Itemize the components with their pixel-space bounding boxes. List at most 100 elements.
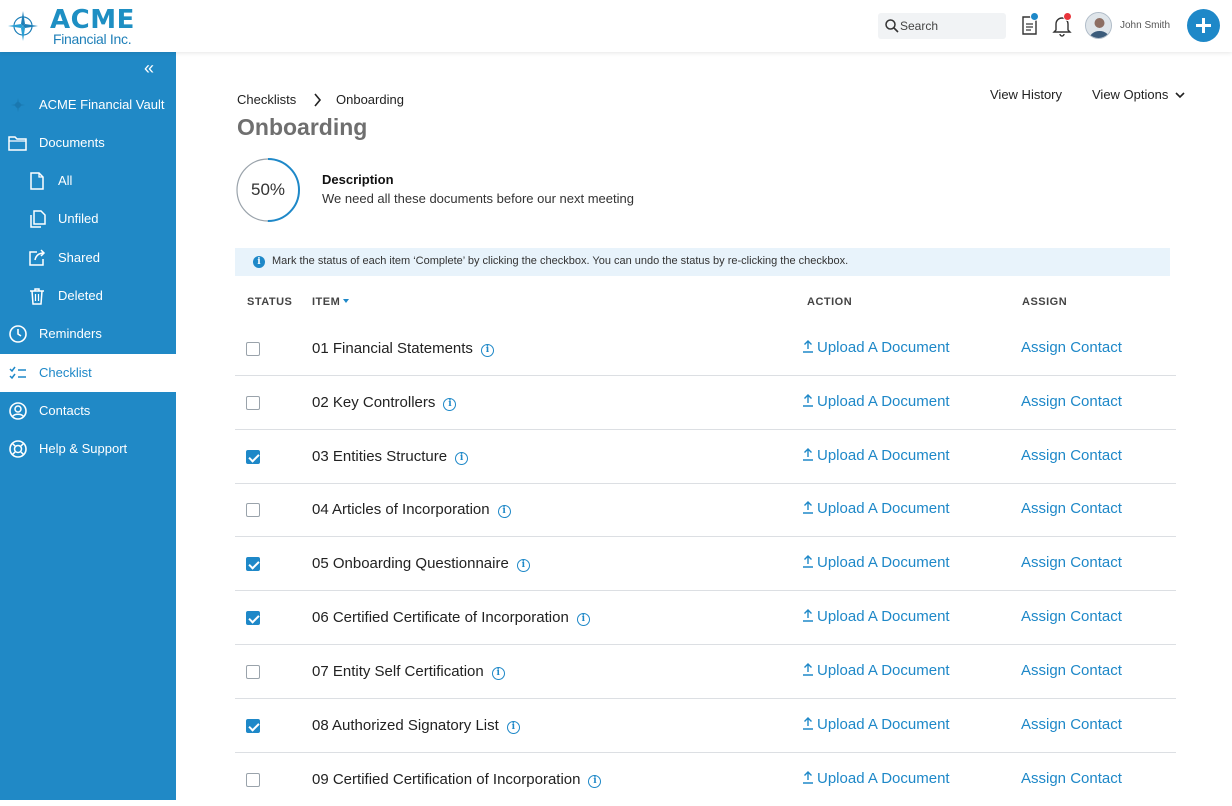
status-checkbox[interactable] xyxy=(246,611,260,625)
upload-icon xyxy=(803,394,813,407)
status-checkbox[interactable] xyxy=(246,396,260,410)
item-name[interactable]: 09 Certified Certification of Incorporat… xyxy=(312,771,602,788)
breadcrumb-checklists[interactable]: Checklists xyxy=(237,92,296,107)
item-name[interactable]: 03 Entities Structure i xyxy=(312,448,469,465)
add-button[interactable] xyxy=(1187,9,1220,42)
item-name-label: 09 Certified Certification of Incorporat… xyxy=(312,771,581,788)
info-circle-icon[interactable]: i xyxy=(576,613,590,626)
upload-document-link[interactable]: Upload A Document xyxy=(802,393,950,410)
table-row: 07 Entity Self Certification i Upload A Do… xyxy=(235,645,1176,698)
sidebar-item-unfiled[interactable]: Unfiled xyxy=(0,201,176,237)
search-input[interactable] xyxy=(900,13,1000,39)
item-name-label: 05 Onboarding Questionnaire xyxy=(312,555,509,572)
lifebuoy-icon xyxy=(9,440,27,458)
status-checkbox[interactable] xyxy=(246,557,260,571)
checklist-icon xyxy=(9,366,26,380)
compass-logo-icon xyxy=(8,11,38,41)
assign-contact-link[interactable]: Assign Contact xyxy=(1021,447,1122,464)
item-name-label: 08 Authorized Signatory List xyxy=(312,717,499,734)
progress-percent: 50% xyxy=(250,180,286,199)
sidebar-item-shared[interactable]: Shared xyxy=(0,240,176,276)
sidebar-item-documents[interactable]: Documents xyxy=(0,125,176,161)
assign-contact-link[interactable]: Assign Contact xyxy=(1021,770,1122,787)
upload-document-link[interactable]: Upload A Document xyxy=(802,770,950,787)
documents-notification-button[interactable] xyxy=(1018,12,1042,37)
acme-logo[interactable]: ACME Financial Inc. xyxy=(6,5,136,47)
info-icon: i xyxy=(253,256,265,268)
status-checkbox[interactable] xyxy=(246,503,260,517)
info-circle-icon[interactable]: i xyxy=(455,452,469,465)
upload-icon xyxy=(803,663,813,676)
item-name[interactable]: 05 Onboarding Questionnaire i xyxy=(312,555,530,572)
sidebar-item-help[interactable]: Help & Support xyxy=(0,431,176,467)
page-title: Onboarding xyxy=(237,114,368,140)
item-name[interactable]: 01 Financial Statements i xyxy=(312,340,494,357)
collapse-sidebar-button[interactable]: « xyxy=(144,58,154,79)
sidebar-item-reminders[interactable]: Reminders xyxy=(0,316,176,352)
assign-contact-link[interactable]: Assign Contact xyxy=(1021,393,1122,410)
status-checkbox[interactable] xyxy=(246,665,260,679)
upload-document-link[interactable]: Upload A Document xyxy=(802,716,950,733)
vault-icon xyxy=(11,98,25,112)
folder-icon xyxy=(8,136,27,151)
view-options-dropdown[interactable]: View Options xyxy=(1092,87,1185,102)
table-row: 02 Key Controllers i Upload A Document Assi… xyxy=(235,376,1176,429)
upload-document-link[interactable]: Upload A Document xyxy=(802,662,950,679)
sidebar-item-label: ACME Financial Vault xyxy=(39,97,165,112)
notifications-button[interactable] xyxy=(1050,12,1074,37)
table-row: 04 Articles of Incorporation i Upload A Do… xyxy=(235,483,1176,536)
info-circle-icon[interactable]: i xyxy=(497,505,511,518)
avatar[interactable] xyxy=(1085,12,1112,39)
item-name-label: 02 Key Controllers xyxy=(312,394,436,411)
sidebar-item-all[interactable]: All xyxy=(0,163,176,199)
assign-contact-link[interactable]: Assign Contact xyxy=(1021,662,1122,679)
upload-label: Upload A Document xyxy=(817,339,950,356)
sidebar-item-label: Checklist xyxy=(39,365,92,380)
upload-icon xyxy=(803,340,813,353)
assign-contact-link[interactable]: Assign Contact xyxy=(1021,608,1122,625)
sidebar-item-contacts[interactable]: Contacts xyxy=(0,393,176,429)
info-circle-icon[interactable]: i xyxy=(480,344,494,357)
assign-contact-link[interactable]: Assign Contact xyxy=(1021,716,1122,733)
sort-caret-icon xyxy=(343,299,350,303)
item-name[interactable]: 06 Certified Certificate of Incorporatio… xyxy=(312,609,590,626)
upload-document-link[interactable]: Upload A Document xyxy=(802,339,950,356)
trash-icon xyxy=(30,288,44,305)
upload-icon xyxy=(803,771,813,784)
search-box[interactable] xyxy=(878,13,1006,39)
upload-label: Upload A Document xyxy=(817,554,950,571)
status-checkbox[interactable] xyxy=(246,719,260,733)
status-checkbox[interactable] xyxy=(246,773,260,787)
sidebar-item-checklist[interactable]: Checklist xyxy=(0,354,176,392)
assign-contact-link[interactable]: Assign Contact xyxy=(1021,339,1122,356)
upload-document-link[interactable]: Upload A Document xyxy=(802,500,950,517)
status-checkbox[interactable] xyxy=(246,342,260,356)
item-name[interactable]: 08 Authorized Signatory List i xyxy=(312,717,520,734)
info-circle-icon[interactable]: i xyxy=(506,721,520,734)
status-checkbox[interactable] xyxy=(246,450,260,464)
clock-icon xyxy=(9,325,27,343)
sidebar-item-vault[interactable]: ACME Financial Vault xyxy=(0,87,176,123)
info-circle-icon[interactable]: i xyxy=(588,775,602,788)
upload-document-link[interactable]: Upload A Document xyxy=(802,554,950,571)
view-history-link[interactable]: View History xyxy=(990,87,1062,102)
item-name-label: 01 Financial Statements xyxy=(312,340,473,357)
sidebar: « ACME Financial Vault Documents All Unf… xyxy=(0,52,176,800)
item-name[interactable]: 07 Entity Self Certification i xyxy=(312,663,505,680)
item-name[interactable]: 02 Key Controllers i xyxy=(312,394,457,411)
column-header-item[interactable]: ITEM xyxy=(312,296,350,308)
table-row: 03 Entities Structure i Upload A Document A… xyxy=(235,430,1176,483)
user-name[interactable]: John Smith xyxy=(1120,20,1170,31)
info-circle-icon[interactable]: i xyxy=(491,667,505,680)
view-options-label: View Options xyxy=(1092,87,1169,102)
column-header-status: STATUS xyxy=(247,296,293,308)
sidebar-item-deleted[interactable]: Deleted xyxy=(0,278,176,314)
assign-contact-link[interactable]: Assign Contact xyxy=(1021,554,1122,571)
upload-label: Upload A Document xyxy=(817,500,950,517)
info-circle-icon[interactable]: i xyxy=(443,398,457,411)
upload-document-link[interactable]: Upload A Document xyxy=(802,608,950,625)
info-circle-icon[interactable]: i xyxy=(516,559,530,572)
assign-contact-link[interactable]: Assign Contact xyxy=(1021,500,1122,517)
item-name[interactable]: 04 Articles of Incorporation i xyxy=(312,501,511,518)
upload-document-link[interactable]: Upload A Document xyxy=(802,447,950,464)
